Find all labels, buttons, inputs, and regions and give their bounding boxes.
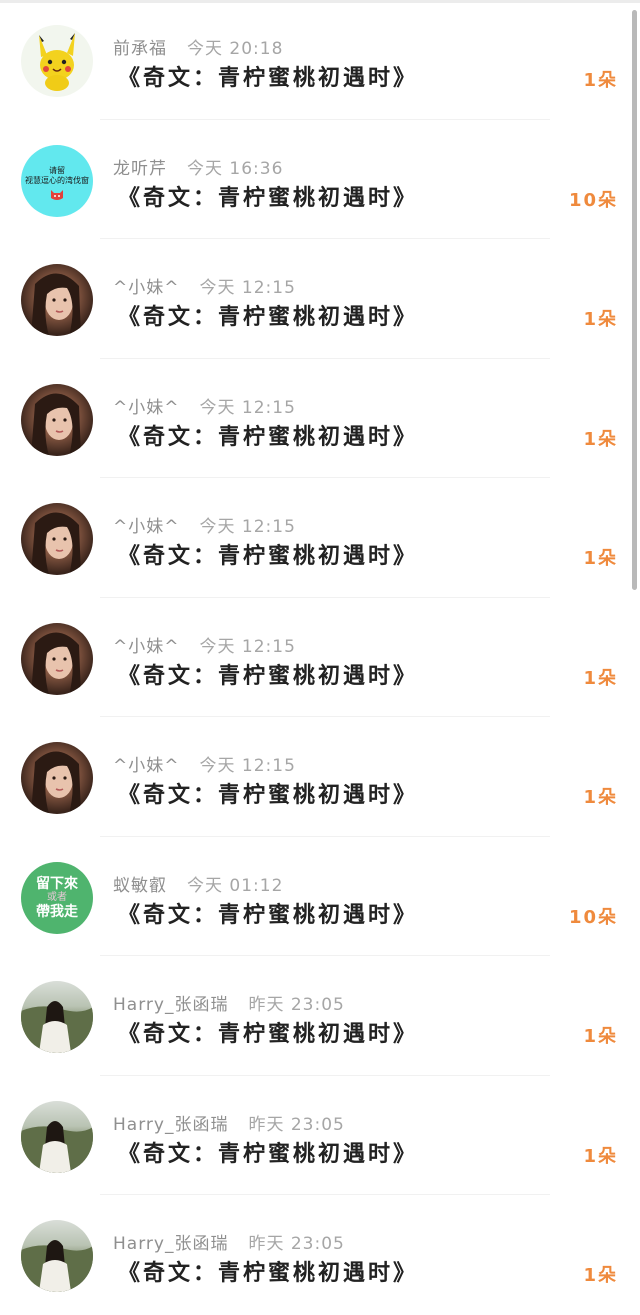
user-name[interactable]: ^小妹^ xyxy=(113,398,180,418)
user-name[interactable]: ^小妹^ xyxy=(113,278,180,298)
field-photo-avatar[interactable] xyxy=(21,1220,93,1292)
user-name[interactable]: ^小妹^ xyxy=(113,637,180,657)
item-meta: 蚁敏叡 今天 01:12 xyxy=(113,871,283,896)
flower-count: 1朵 xyxy=(583,667,618,689)
flower-count: 1朵 xyxy=(583,309,618,330)
girl-photo-avatar[interactable] xyxy=(21,383,93,456)
item-meta: ^小妹^ 今天 12:15 xyxy=(113,512,296,537)
list-item[interactable]: Harry_张函瑞 昨天 23:05 《奇文：青柠蜜桃初遇时》 1朵 xyxy=(0,956,640,1076)
field-photo-avatar[interactable] xyxy=(21,1100,93,1173)
item-time: 今天 12:15 xyxy=(199,278,296,298)
pikachu-icon xyxy=(39,33,75,91)
user-name[interactable]: Harry_张函瑞 xyxy=(113,995,228,1015)
green-text-avatar[interactable]: 留下來 或者 帶我走 xyxy=(21,861,93,934)
list-item[interactable]: 留下來 或者 帶我走 蚁敏叡 今天 01:12 《奇文：青柠蜜桃初遇时》 10朵 xyxy=(0,837,640,956)
item-title[interactable]: 《奇文：青柠蜜桃初遇时》 xyxy=(118,777,418,809)
flower-count: 1朵 xyxy=(583,548,618,569)
item-title[interactable]: 《奇文：青柠蜜桃初遇时》 xyxy=(118,1255,418,1287)
girl-photo-avatar[interactable] xyxy=(21,742,93,814)
portrait-image xyxy=(21,1240,93,1292)
scrollbar[interactable] xyxy=(632,10,637,590)
list-item[interactable]: 请留 视慧逗心的湾伐窗 龙听芹 今天 16:36 《奇文：青柠蜜桃初遇时》 10朵 xyxy=(0,120,640,239)
item-meta: ^小妹^ 今天 12:15 xyxy=(113,273,296,298)
item-title[interactable]: 《奇文：青柠蜜桃初遇时》 xyxy=(118,60,418,92)
flower-count: 1朵 xyxy=(583,70,618,91)
item-meta: ^小妹^ 今天 12:15 xyxy=(113,632,296,657)
list-item[interactable]: ^小妹^ 今天 12:15 《奇文：青柠蜜桃初遇时》 1朵 xyxy=(0,359,640,478)
item-meta: 前承福 今天 20:18 xyxy=(113,34,283,59)
portrait-image xyxy=(31,512,81,575)
list-item[interactable]: 前承福 今天 20:18 《奇文：青柠蜜桃初遇时》 1朵 xyxy=(0,0,640,120)
item-time: 今天 12:15 xyxy=(199,756,296,776)
user-name[interactable]: ^小妹^ xyxy=(113,517,180,537)
list-item[interactable]: ^小妹^ 今天 12:15 《奇文：青柠蜜桃初遇时》 1朵 xyxy=(0,598,640,717)
list-item[interactable]: ^小妹^ 今天 12:15 《奇文：青柠蜜桃初遇时》 1朵 xyxy=(0,717,640,837)
avatar-text-line1: 请留 xyxy=(49,165,65,175)
item-title[interactable]: 《奇文：青柠蜜桃初遇时》 xyxy=(118,538,418,570)
avatar-text-line2: 视慧逗心的湾伐窗 xyxy=(25,175,89,185)
user-name[interactable]: 蚁敏叡 xyxy=(113,876,167,896)
field-photo-avatar[interactable] xyxy=(21,981,93,1053)
item-meta: 龙听芹 今天 16:36 xyxy=(113,154,283,179)
item-time: 今天 20:18 xyxy=(187,39,284,59)
item-meta: Harry_张函瑞 昨天 23:05 xyxy=(113,1229,345,1254)
item-title[interactable]: 《奇文：青柠蜜桃初遇时》 xyxy=(118,180,418,212)
item-title[interactable]: 《奇文：青柠蜜桃初遇时》 xyxy=(118,419,418,451)
portrait-image xyxy=(31,273,81,336)
user-name[interactable]: 前承福 xyxy=(113,39,167,59)
item-title[interactable]: 《奇文：青柠蜜桃初遇时》 xyxy=(118,1136,418,1168)
user-name[interactable]: Harry_张函瑞 xyxy=(113,1115,228,1135)
flower-count: 1朵 xyxy=(583,1145,618,1167)
item-title[interactable]: 《奇文：青柠蜜桃初遇时》 xyxy=(118,658,418,690)
pikachu-avatar[interactable] xyxy=(21,25,93,97)
item-meta: Harry_张函瑞 昨天 23:05 xyxy=(113,1110,345,1135)
flower-count: 1朵 xyxy=(583,1026,618,1047)
portrait-image xyxy=(31,751,81,814)
item-time: 今天 16:36 xyxy=(187,158,284,179)
girl-photo-avatar[interactable] xyxy=(21,622,93,695)
item-title[interactable]: 《奇文：青柠蜜桃初遇时》 xyxy=(118,299,418,331)
girl-photo-avatar[interactable] xyxy=(21,264,93,336)
cyan-text-avatar[interactable]: 请留 视慧逗心的湾伐窗 xyxy=(21,144,93,217)
list-item[interactable]: ^小妹^ 今天 12:15 《奇文：青柠蜜桃初遇时》 1朵 xyxy=(0,478,640,598)
item-time: 昨天 23:05 xyxy=(248,1234,345,1254)
flower-count: 10朵 xyxy=(568,189,618,211)
list-item[interactable]: ^小妹^ 今天 12:15 《奇文：青柠蜜桃初遇时》 1朵 xyxy=(0,239,640,359)
item-time: 今天 12:15 xyxy=(199,636,296,657)
avatar-text-line1: 留下來 xyxy=(36,875,78,892)
item-time: 今天 01:12 xyxy=(187,875,284,896)
flower-count: 1朵 xyxy=(583,787,618,808)
list-item[interactable]: Harry_张函瑞 昨天 23:05 《奇文：青柠蜜桃初遇时》 1朵 xyxy=(0,1195,640,1315)
portrait-image xyxy=(31,631,81,695)
avatar-text-line2: 或者 xyxy=(47,891,67,903)
avatar-text-line3: 帶我走 xyxy=(36,903,78,920)
portrait-image xyxy=(21,1001,93,1053)
portrait-image xyxy=(21,1120,93,1173)
cat-icon xyxy=(51,189,63,200)
item-time: 今天 12:15 xyxy=(199,517,296,537)
user-name[interactable]: 龙听芹 xyxy=(113,159,167,179)
user-name[interactable]: Harry_张函瑞 xyxy=(113,1234,228,1254)
user-name[interactable]: ^小妹^ xyxy=(113,756,180,776)
item-meta: Harry_张函瑞 昨天 23:05 xyxy=(113,990,345,1015)
girl-photo-avatar[interactable] xyxy=(21,503,93,575)
flower-count: 1朵 xyxy=(583,428,618,450)
flower-count: 1朵 xyxy=(583,1265,618,1286)
item-time: 今天 12:15 xyxy=(199,397,296,418)
list-item[interactable]: Harry_张函瑞 昨天 23:05 《奇文：青柠蜜桃初遇时》 1朵 xyxy=(0,1076,640,1195)
item-meta: ^小妹^ 今天 12:15 xyxy=(113,751,296,776)
portrait-image xyxy=(31,392,81,456)
item-title[interactable]: 《奇文：青柠蜜桃初遇时》 xyxy=(118,897,418,929)
item-time: 昨天 23:05 xyxy=(248,1114,345,1135)
gift-feed-list: 前承福 今天 20:18 《奇文：青柠蜜桃初遇时》 1朵 请留 视慧逗心的湾伐窗 … xyxy=(0,0,640,1315)
item-time: 昨天 23:05 xyxy=(248,995,345,1015)
flower-count: 10朵 xyxy=(568,906,618,928)
item-title[interactable]: 《奇文：青柠蜜桃初遇时》 xyxy=(118,1016,418,1048)
item-meta: ^小妹^ 今天 12:15 xyxy=(113,393,296,418)
